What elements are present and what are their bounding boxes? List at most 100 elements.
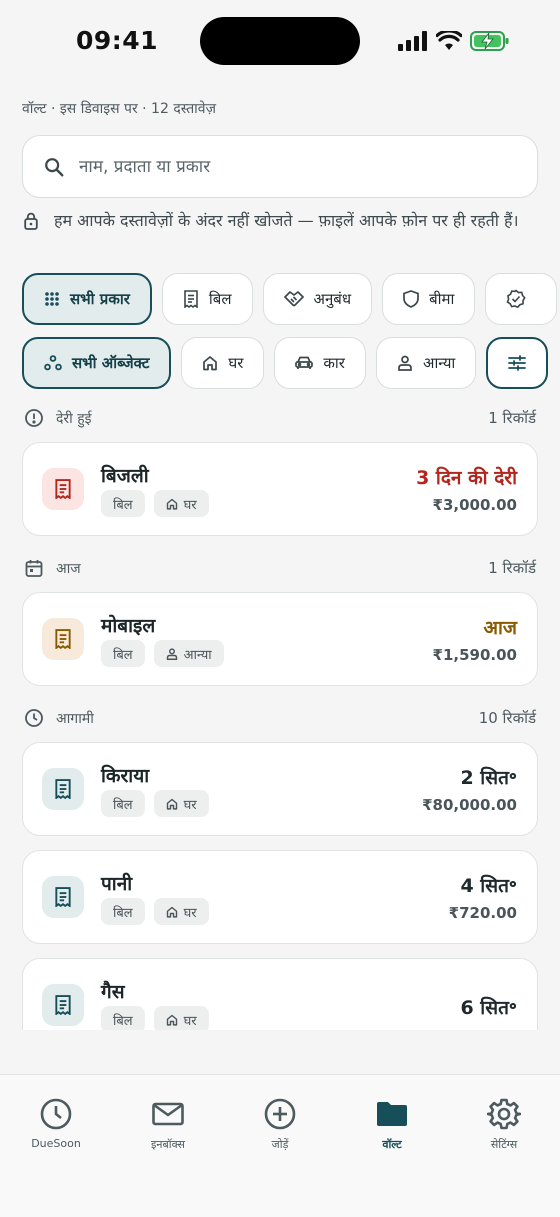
alert-circle-icon bbox=[25, 409, 43, 427]
record-card-gas[interactable]: गैस बिल घर 6 सित॰ bbox=[22, 958, 538, 1030]
group-title: आज bbox=[56, 560, 81, 577]
filter-home[interactable]: घर bbox=[181, 337, 265, 389]
tab-add[interactable]: जोड़ें bbox=[230, 1097, 330, 1152]
chip-label: सभी प्रकार bbox=[70, 290, 130, 308]
record-due: आज bbox=[483, 617, 517, 639]
chip-label: बिल bbox=[208, 290, 232, 308]
search-icon bbox=[45, 157, 64, 176]
filter-settings-button[interactable] bbox=[486, 337, 549, 389]
object-filter-row: सभी ऑब्जेक्ट घर कार आन्या bbox=[22, 337, 549, 389]
filter-all-types[interactable]: सभी प्रकार bbox=[22, 273, 152, 325]
tag-type: बिल bbox=[101, 898, 145, 925]
handshake-icon bbox=[283, 291, 304, 307]
filter-contracts[interactable]: अनुबंध bbox=[262, 273, 373, 325]
vault-caption: वॉल्ट · इस डिवाइस पर · 12 दस्तावेज़ bbox=[22, 101, 216, 117]
filter-car[interactable]: कार bbox=[274, 337, 366, 389]
record-due: 4 सित॰ bbox=[460, 875, 517, 897]
tab-label: DueSoon bbox=[31, 1137, 81, 1150]
type-filter-row: सभी प्रकार बिल अनुबंध बीमा bbox=[22, 273, 558, 325]
chip-label: सभी ऑब्जेक्ट bbox=[72, 354, 150, 372]
clock-icon bbox=[40, 1098, 72, 1130]
group-count: 1 रिकॉर्ड bbox=[488, 409, 536, 427]
tab-duesoon[interactable]: DueSoon bbox=[6, 1097, 106, 1150]
verified-badge-icon bbox=[506, 289, 527, 309]
group-count: 10 रिकॉर्ड bbox=[478, 709, 536, 727]
add-circle-icon bbox=[264, 1098, 296, 1130]
record-title: पानी bbox=[101, 873, 133, 895]
home-icon bbox=[166, 906, 177, 918]
tag-object: घर bbox=[153, 898, 209, 925]
receipt-icon bbox=[55, 629, 71, 649]
home-icon bbox=[166, 798, 177, 810]
dynamic-island bbox=[200, 17, 360, 65]
group-header-upcoming: आगामी 10 रिकॉर्ड bbox=[24, 708, 536, 728]
tag-object: घर bbox=[153, 490, 209, 517]
chip-label: बीमा bbox=[429, 290, 455, 308]
record-due: 3 दिन की देरी bbox=[416, 467, 517, 489]
tab-settings[interactable]: सेटिंग्स bbox=[454, 1097, 554, 1152]
signal-icon bbox=[398, 31, 427, 51]
record-thumb bbox=[42, 876, 84, 918]
receipt-icon bbox=[55, 779, 71, 799]
record-card-mobile[interactable]: मोबाइल बिल आन्या आज ₹1,590.00 bbox=[22, 592, 538, 686]
record-thumb bbox=[42, 468, 84, 510]
tag-object: आन्या bbox=[153, 640, 224, 667]
chip-label: घर bbox=[228, 354, 244, 372]
home-icon bbox=[166, 1014, 177, 1026]
person-icon bbox=[166, 647, 177, 660]
record-thumb bbox=[42, 618, 84, 660]
receipt-icon bbox=[55, 995, 71, 1015]
record-card-water[interactable]: पानी बिल घर 4 सित॰ ₹720.00 bbox=[22, 850, 538, 944]
privacy-note: हम आपके दस्तावेज़ों के अंदर नहीं खोजते —… bbox=[24, 210, 534, 232]
gear-icon bbox=[487, 1098, 521, 1130]
wifi-icon bbox=[436, 31, 462, 50]
group-title: देरी हुई bbox=[56, 410, 92, 427]
status-time: 09:41 bbox=[76, 26, 159, 55]
tab-label: जोड़ें bbox=[271, 1138, 289, 1151]
tag-type: बिल bbox=[101, 640, 145, 667]
nodes-icon bbox=[44, 355, 62, 371]
chip-label: अनुबंध bbox=[313, 290, 352, 308]
receipt-icon bbox=[184, 290, 198, 308]
record-card-rent[interactable]: किराया बिल घर 2 सित॰ ₹80,000.00 bbox=[22, 742, 538, 836]
home-icon bbox=[203, 356, 218, 371]
tab-label: इनबॉक्स bbox=[150, 1138, 185, 1151]
record-due: 6 सित॰ bbox=[460, 997, 517, 1019]
home-icon bbox=[166, 498, 177, 510]
filter-person[interactable]: आन्या bbox=[375, 337, 477, 389]
record-amount: ₹80,000.00 bbox=[422, 796, 517, 814]
filter-certificates[interactable] bbox=[485, 273, 558, 325]
tag-type: बिल bbox=[101, 790, 145, 817]
receipt-icon bbox=[55, 479, 71, 499]
record-title: गैस bbox=[101, 981, 125, 1003]
mail-icon bbox=[152, 1102, 184, 1126]
record-title: बिजली bbox=[101, 465, 149, 487]
filter-insurance[interactable]: बीमा bbox=[382, 273, 476, 325]
record-amount: ₹3,000.00 bbox=[432, 496, 517, 514]
filter-all-objects[interactable]: सभी ऑब्जेक्ट bbox=[22, 337, 172, 389]
record-due: 2 सित॰ bbox=[460, 767, 517, 789]
tab-inbox[interactable]: इनबॉक्स bbox=[118, 1097, 218, 1152]
tag-type: बिल bbox=[101, 1006, 145, 1030]
record-thumb bbox=[42, 768, 84, 810]
tag-type: बिल bbox=[101, 490, 145, 517]
search-bar[interactable] bbox=[22, 135, 538, 198]
record-card-electricity[interactable]: बिजली बिल घर 3 दिन की देरी ₹3,000.00 bbox=[22, 442, 538, 536]
record-thumb bbox=[42, 984, 84, 1026]
tab-vault[interactable]: वॉल्ट bbox=[342, 1097, 442, 1152]
grid-icon bbox=[45, 292, 59, 306]
clock-icon bbox=[25, 709, 43, 727]
privacy-text: हम आपके दस्तावेज़ों के अंदर नहीं खोजते —… bbox=[54, 211, 519, 230]
chip-label: आन्या bbox=[422, 354, 456, 372]
group-header-overdue: देरी हुई 1 रिकॉर्ड bbox=[24, 408, 536, 428]
tag-object: घर bbox=[153, 1006, 209, 1030]
sliders-icon bbox=[508, 355, 527, 371]
battery-charging-icon bbox=[470, 31, 509, 51]
filter-bills[interactable]: बिल bbox=[161, 273, 253, 325]
car-icon bbox=[295, 356, 314, 369]
record-title: मोबाइल bbox=[101, 615, 156, 637]
search-input[interactable] bbox=[79, 156, 499, 177]
record-title: किराया bbox=[101, 765, 150, 787]
record-amount: ₹720.00 bbox=[448, 904, 517, 922]
group-count: 1 रिकॉर्ड bbox=[488, 559, 536, 577]
